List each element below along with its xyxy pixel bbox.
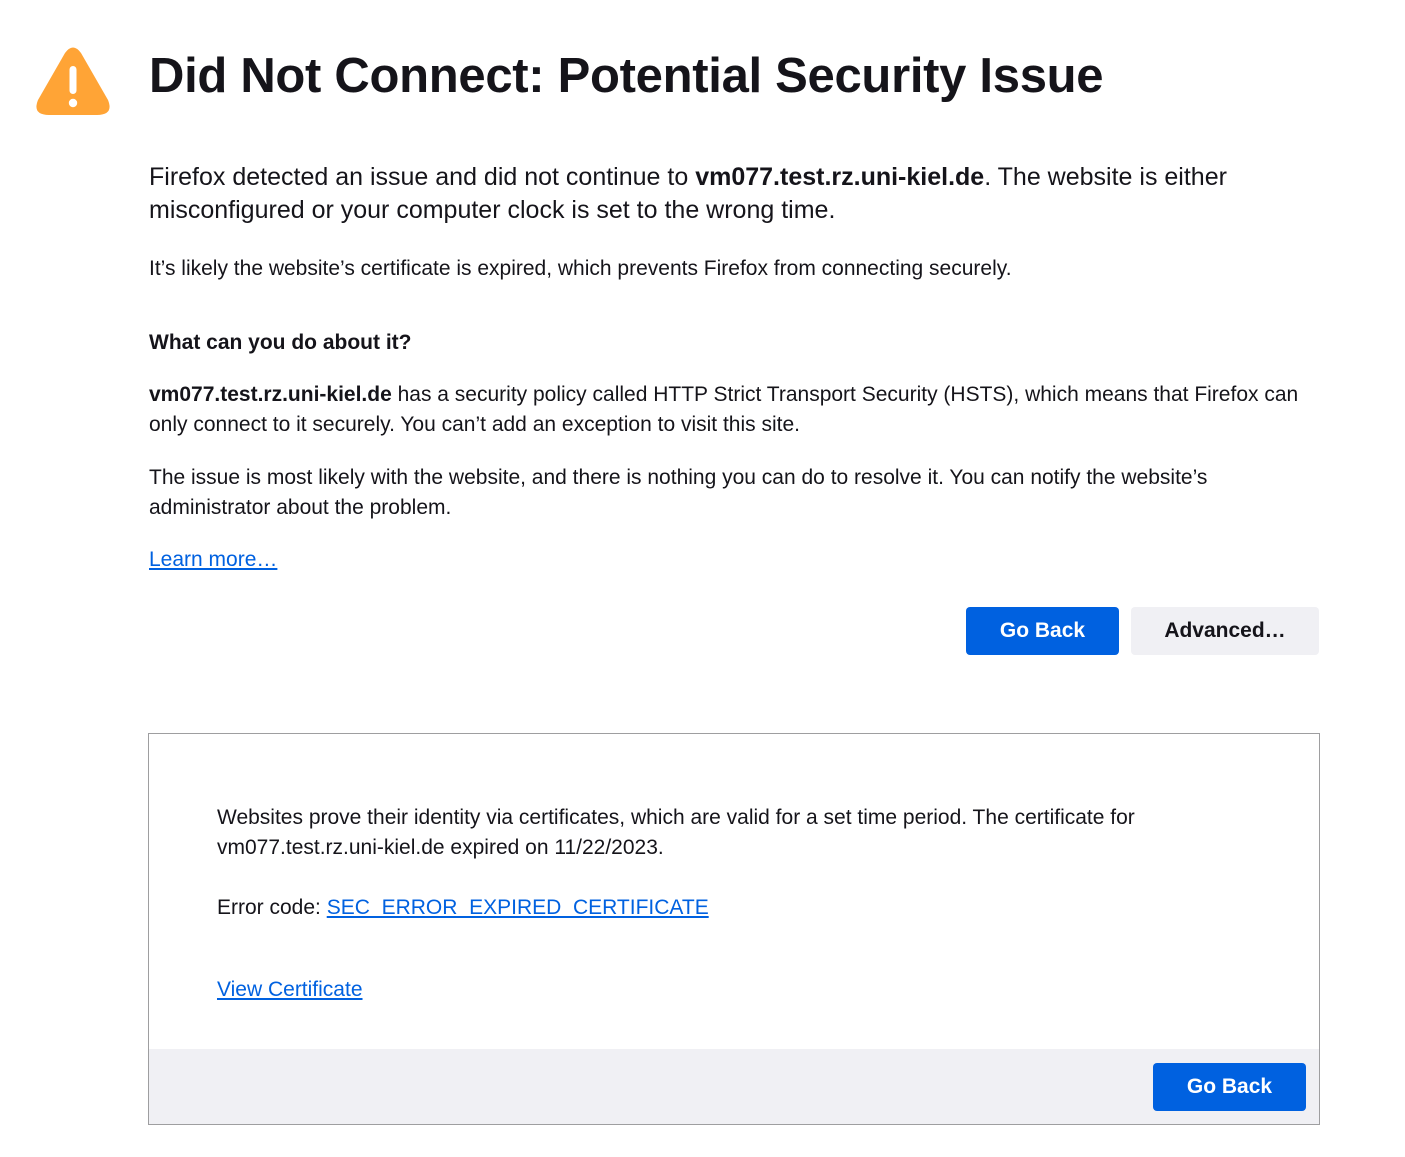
issue-explanation: The issue is most likely with the websit… (149, 466, 1208, 519)
hsts-explanation: vm077.test.rz.uni-kiel.de has a security… (149, 380, 1321, 440)
error-code-link[interactable]: SEC_ERROR_EXPIRED_CERTIFICATE (327, 896, 709, 919)
go-back-button[interactable]: Go Back (966, 607, 1119, 655)
advanced-panel-footer: Go Back (149, 1049, 1319, 1124)
intro-prefix: Firefox detected an issue and did not co… (149, 163, 696, 191)
warning-triangle-icon (36, 47, 110, 115)
view-certificate-link[interactable]: View Certificate (217, 975, 363, 1005)
what-can-you-do-heading: What can you do about it? (149, 331, 412, 354)
error-code-label: Error code: (217, 896, 327, 919)
advanced-panel: Websites prove their identity via certif… (148, 733, 1320, 1125)
intro-host: vm077.test.rz.uni-kiel.de (695, 163, 985, 191)
learn-more-link[interactable]: Learn more… (149, 545, 277, 575)
advanced-button[interactable]: Advanced… (1131, 607, 1319, 655)
hsts-host: vm077.test.rz.uni-kiel.de (149, 383, 392, 406)
certificate-description: Websites prove their identity via certif… (217, 806, 1135, 859)
likely-cause-text: It’s likely the website’s certificate is… (149, 257, 1012, 280)
intro-text: Firefox detected an issue and did not co… (149, 161, 1299, 227)
go-back-button-advanced[interactable]: Go Back (1153, 1063, 1306, 1111)
error-code-line: Error code: SEC_ERROR_EXPIRED_CERTIFICAT… (217, 893, 709, 923)
page-title: Did Not Connect: Potential Security Issu… (149, 49, 1104, 103)
